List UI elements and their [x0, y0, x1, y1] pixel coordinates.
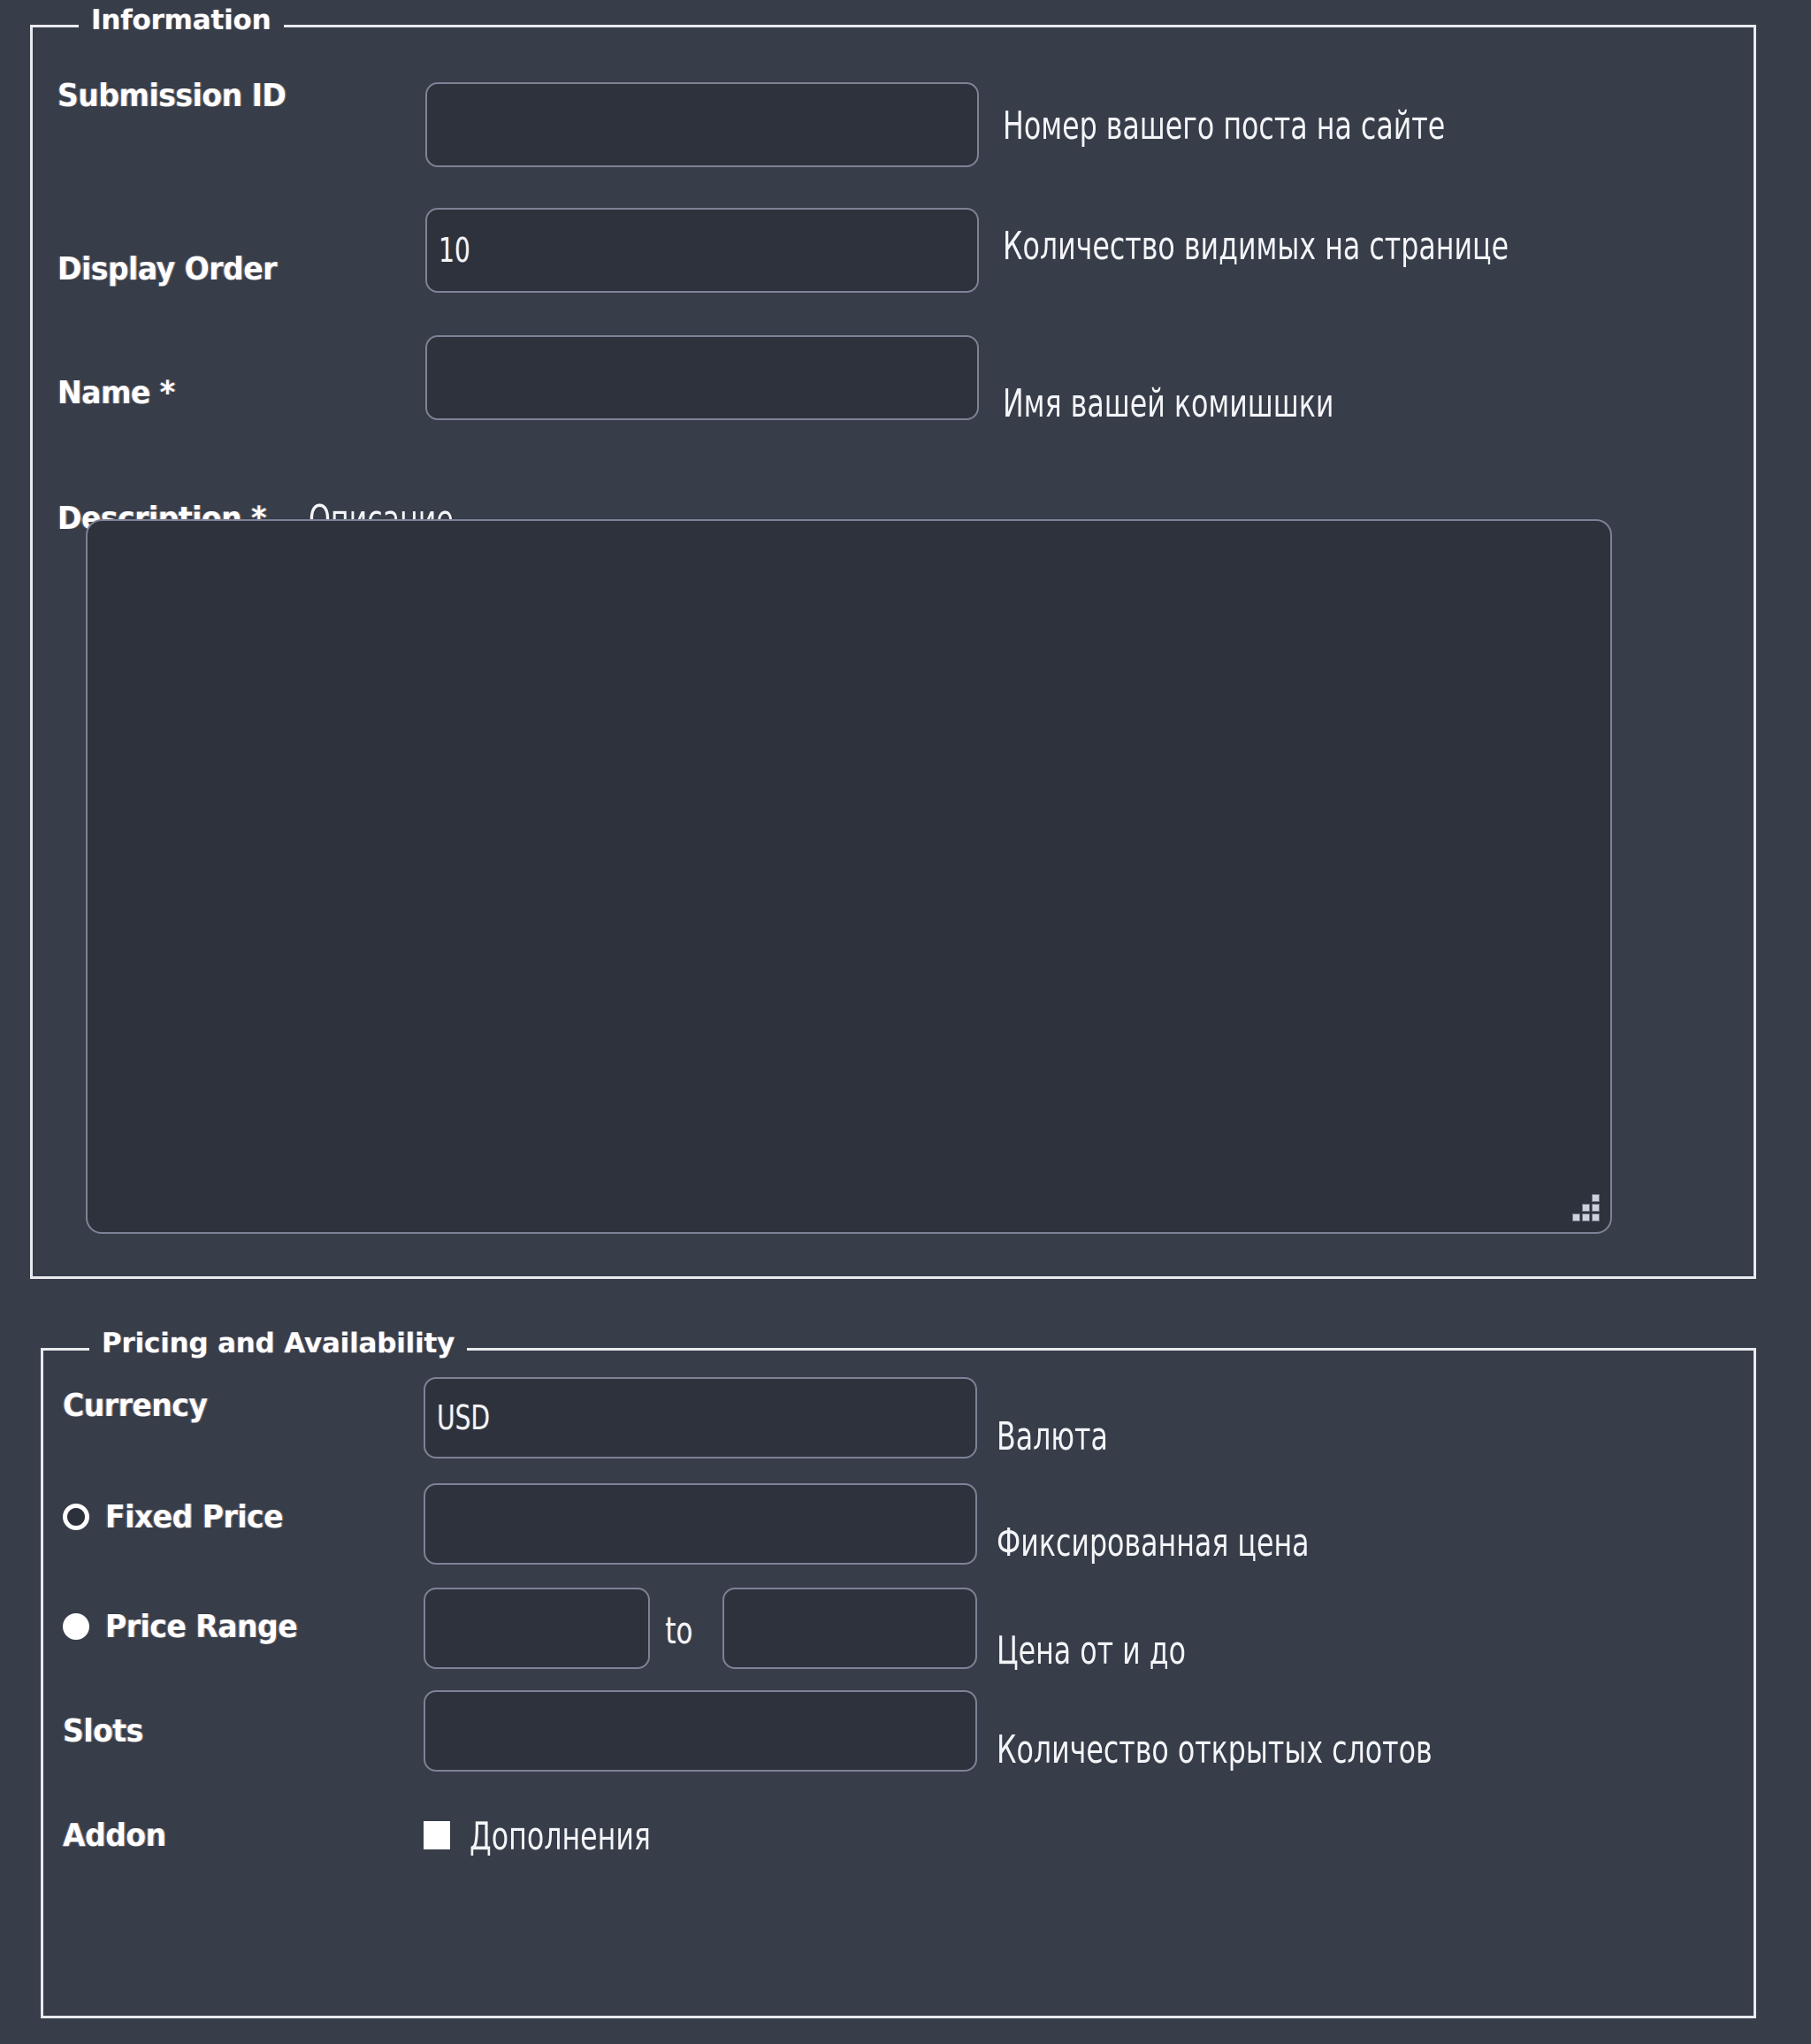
description-textarea[interactable]: [86, 519, 1612, 1234]
submission-id-annotation: Номер вашего поста на сайте: [1003, 103, 1446, 149]
addon-annotation: Дополнения: [470, 1814, 651, 1859]
price-range-annotation: Цена от и до: [997, 1628, 1187, 1673]
slots-label: Slots: [63, 1712, 143, 1749]
slots-annotation: Количество открытых слотов: [997, 1727, 1433, 1772]
price-range-label: Price Range: [105, 1608, 298, 1645]
checkbox-checked-icon[interactable]: [424, 1821, 450, 1849]
pricing-panel-legend: Pricing and Availability: [89, 1328, 468, 1359]
currency-annotation: Валюта: [997, 1414, 1108, 1459]
price-range-min-input[interactable]: [424, 1588, 650, 1669]
radio-checked-icon[interactable]: [63, 1613, 89, 1640]
name-input[interactable]: [425, 335, 979, 420]
slots-input[interactable]: [424, 1690, 977, 1772]
display-order-annotation: Количество видимых на странице: [1003, 224, 1509, 269]
submission-id-input[interactable]: [425, 82, 979, 167]
price-range-separator: to: [665, 1609, 693, 1652]
addon-label: Addon: [63, 1817, 166, 1854]
price-range-max-input[interactable]: [722, 1588, 977, 1669]
display-order-label: Display Order: [57, 250, 277, 287]
resize-grip-icon[interactable]: [1571, 1193, 1600, 1221]
submission-id-label: Submission ID: [57, 77, 287, 114]
name-label: Name *: [57, 374, 175, 411]
fixed-price-input[interactable]: [424, 1483, 977, 1565]
name-annotation: Имя вашей комишшки: [1003, 381, 1334, 426]
fixed-price-annotation: Фиксированная цена: [997, 1520, 1310, 1566]
pricing-panel: Pricing and Availability Currency USD Ва…: [41, 1328, 1756, 2018]
display-order-value: 10: [439, 231, 470, 270]
fixed-price-label: Fixed Price: [105, 1498, 284, 1535]
information-panel-legend: Information: [79, 4, 284, 36]
display-order-input[interactable]: 10: [425, 208, 979, 293]
addon-checkbox-row[interactable]: Дополнения: [424, 1800, 1043, 1871]
currency-value: USD: [437, 1398, 491, 1437]
form-page: Information Submission ID Номер вашего п…: [0, 0, 1811, 2044]
currency-input[interactable]: USD: [424, 1377, 977, 1458]
currency-label: Currency: [63, 1387, 208, 1424]
information-panel: Information Submission ID Номер вашего п…: [30, 4, 1756, 1279]
radio-unchecked-icon[interactable]: [63, 1504, 89, 1530]
